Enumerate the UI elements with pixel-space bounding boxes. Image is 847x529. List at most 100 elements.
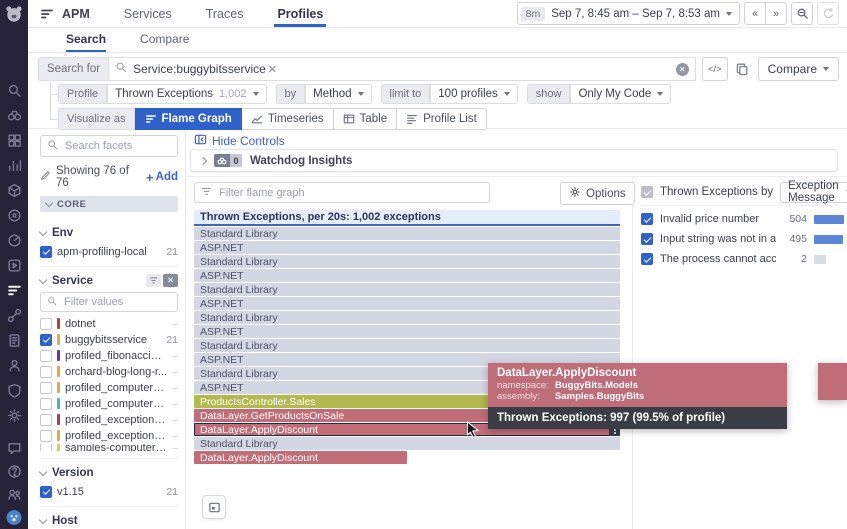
facet-section-header-env[interactable]: Env bbox=[40, 224, 178, 241]
ci-icon[interactable] bbox=[6, 257, 22, 273]
help-icon[interactable] bbox=[6, 463, 22, 479]
breakdown-item-the-process-cannot-a[interactable]: The process cannot access the file 'C:..… bbox=[641, 249, 844, 269]
checkbox[interactable] bbox=[40, 486, 52, 498]
nav-item-services[interactable]: Services bbox=[107, 0, 189, 27]
checkbox[interactable] bbox=[40, 398, 52, 410]
checkbox[interactable] bbox=[40, 350, 52, 362]
checkbox[interactable] bbox=[40, 318, 52, 330]
nav-item-apm[interactable]: APM bbox=[62, 0, 107, 27]
show-select[interactable]: Only My Code bbox=[570, 84, 671, 104]
service-map-icon[interactable] bbox=[6, 307, 22, 323]
zoom-out-icon[interactable] bbox=[791, 2, 813, 25]
flame-frame-asp-net[interactable]: ASP.NET bbox=[194, 297, 620, 310]
flame-frame-standard-library[interactable]: Standard Library bbox=[194, 339, 620, 352]
breakdown-item-input-string-was-not[interactable]: Input string was not in a correct fo...4… bbox=[641, 229, 844, 249]
security-icon[interactable] bbox=[6, 382, 22, 398]
legend-toggle-button[interactable] bbox=[202, 495, 226, 519]
flame-root-frame[interactable]: Thrown Exceptions, per 20s: 1,002 except… bbox=[194, 210, 620, 226]
tab-compare[interactable]: Compare bbox=[140, 32, 189, 52]
time-back-button[interactable]: « bbox=[744, 2, 766, 25]
checkbox[interactable] bbox=[641, 213, 653, 225]
nav-item-profiles[interactable]: Profiles bbox=[260, 0, 340, 27]
checkbox[interactable] bbox=[40, 414, 52, 426]
group-by-select[interactable]: Method bbox=[305, 84, 371, 104]
facet-item-samples-computer0[interactable]: samples-computer0...– bbox=[40, 444, 178, 451]
time-range-picker[interactable]: 8m Sep 7, 8:45 am – Sep 7, 8:53 am bbox=[517, 2, 740, 25]
checkbox[interactable] bbox=[40, 444, 52, 451]
infrastructure-icon[interactable] bbox=[6, 182, 22, 198]
clear-search-icon[interactable]: ✕ bbox=[676, 63, 689, 76]
checkbox[interactable] bbox=[40, 382, 52, 394]
flame-frame-datalayer-applydiscount[interactable]: DataLayer.ApplyDiscount bbox=[194, 451, 407, 464]
search-input[interactable]: Service:buggybitsservice✕ ✕ bbox=[109, 57, 696, 81]
facet-filter-input[interactable] bbox=[40, 292, 178, 312]
facet-item-v1-15[interactable]: v1.1521 bbox=[40, 484, 178, 499]
remove-token-icon[interactable]: ✕ bbox=[268, 64, 277, 76]
compare-button[interactable]: Compare bbox=[758, 57, 839, 81]
search-icon[interactable] bbox=[6, 82, 22, 98]
facet-item-apm-profiling-local[interactable]: apm-profiling-local21 bbox=[40, 244, 178, 259]
profiling-icon[interactable] bbox=[6, 282, 22, 298]
facet-item-profiled-computer0[interactable]: profiled_computer0...– bbox=[40, 396, 178, 411]
settings-icon[interactable] bbox=[6, 407, 22, 423]
nav-item-traces[interactable]: Traces bbox=[189, 0, 261, 27]
checkbox[interactable] bbox=[40, 334, 52, 346]
checkbox[interactable] bbox=[40, 246, 52, 258]
refresh-icon[interactable] bbox=[817, 2, 839, 25]
add-facet-button[interactable]: +Add bbox=[146, 170, 178, 185]
facet-item-buggybitsservice[interactable]: buggybitsservice21 bbox=[40, 332, 178, 347]
checkbox[interactable] bbox=[641, 233, 653, 245]
flame-frame-standard-library[interactable]: Standard Library bbox=[194, 283, 620, 296]
flame-frame-standard-library[interactable]: Standard Library bbox=[194, 227, 620, 240]
checkbox[interactable] bbox=[641, 253, 653, 265]
team-icon[interactable] bbox=[6, 486, 22, 502]
flame-filter-input[interactable] bbox=[194, 182, 490, 203]
rum-icon[interactable] bbox=[6, 357, 22, 373]
facet-section-header-service[interactable]: Service✕ bbox=[40, 272, 178, 289]
facet-search-input[interactable] bbox=[40, 135, 178, 157]
clear-filter-icon[interactable]: ✕ bbox=[163, 274, 178, 287]
facet-item-profiled-computer0[interactable]: profiled_computer0...– bbox=[40, 380, 178, 395]
dashboards-icon[interactable] bbox=[6, 132, 22, 148]
facet-search-field[interactable] bbox=[63, 139, 171, 153]
metrics-icon[interactable] bbox=[6, 157, 22, 173]
flame-frame-asp-net[interactable]: ASP.NET bbox=[194, 241, 620, 254]
copy-icon[interactable] bbox=[735, 62, 749, 76]
facet-section-header-version[interactable]: Version bbox=[40, 464, 178, 481]
time-forward-button[interactable]: » bbox=[765, 2, 787, 25]
facet-item-dotnet[interactable]: dotnet– bbox=[40, 316, 178, 331]
checkbox[interactable] bbox=[40, 366, 52, 378]
visualize-table[interactable]: Table bbox=[333, 108, 398, 130]
apm-icon[interactable] bbox=[6, 207, 22, 223]
logs-icon[interactable] bbox=[6, 332, 22, 348]
facet-item-profiled-fibonacci-a[interactable]: profiled_fibonacci_a...– bbox=[40, 348, 178, 363]
hide-controls-link[interactable]: Hide Controls bbox=[194, 133, 285, 149]
facet-group-core[interactable]: CORE bbox=[40, 196, 178, 212]
flame-frame-standard-library[interactable]: Standard Library bbox=[194, 311, 620, 324]
visualize-flame-graph[interactable]: Flame Graph bbox=[135, 108, 242, 130]
breakdown-dimension-select[interactable]: Exception Message bbox=[780, 182, 847, 203]
code-view-button[interactable]: </> bbox=[702, 57, 728, 81]
flame-frame-asp-net[interactable]: ASP.NET bbox=[194, 269, 620, 282]
filter-funnel-icon[interactable] bbox=[146, 274, 161, 287]
flame-frame-standard-library[interactable]: Standard Library bbox=[194, 437, 620, 450]
facet-filter-field[interactable] bbox=[62, 295, 171, 309]
visualize-timeseries[interactable]: Timeseries bbox=[241, 108, 334, 130]
checkbox[interactable] bbox=[40, 430, 52, 442]
synthetics-icon[interactable] bbox=[6, 232, 22, 248]
chat-icon[interactable] bbox=[6, 440, 22, 456]
flame-frame-standard-library[interactable]: Standard Library bbox=[194, 255, 620, 268]
avatar-icon[interactable] bbox=[6, 509, 22, 525]
facet-item-profiled-exceptiong[interactable]: profiled_exceptiong...– bbox=[40, 428, 178, 443]
limit-select[interactable]: 100 profiles bbox=[430, 84, 517, 104]
datadog-bear-logo[interactable] bbox=[4, 4, 24, 24]
flame-frame-asp-net[interactable]: ASP.NET bbox=[194, 325, 620, 338]
facet-item-profiled-exceptiong[interactable]: profiled_exceptiong...– bbox=[40, 412, 178, 427]
facet-section-header-host[interactable]: Host bbox=[40, 512, 178, 529]
options-button[interactable]: Options bbox=[560, 182, 635, 205]
watchdog-insights-bar[interactable]: 0 Watchdog Insights bbox=[190, 149, 838, 172]
facet-item-orchard-blog-long-r[interactable]: orchard-blog-long-r...– bbox=[40, 364, 178, 379]
breakdown-item-invalid-price-number[interactable]: Invalid price number504 bbox=[641, 209, 844, 229]
breakdown-select-all-checkbox[interactable] bbox=[641, 186, 653, 198]
watchdog-icon[interactable] bbox=[6, 107, 22, 123]
